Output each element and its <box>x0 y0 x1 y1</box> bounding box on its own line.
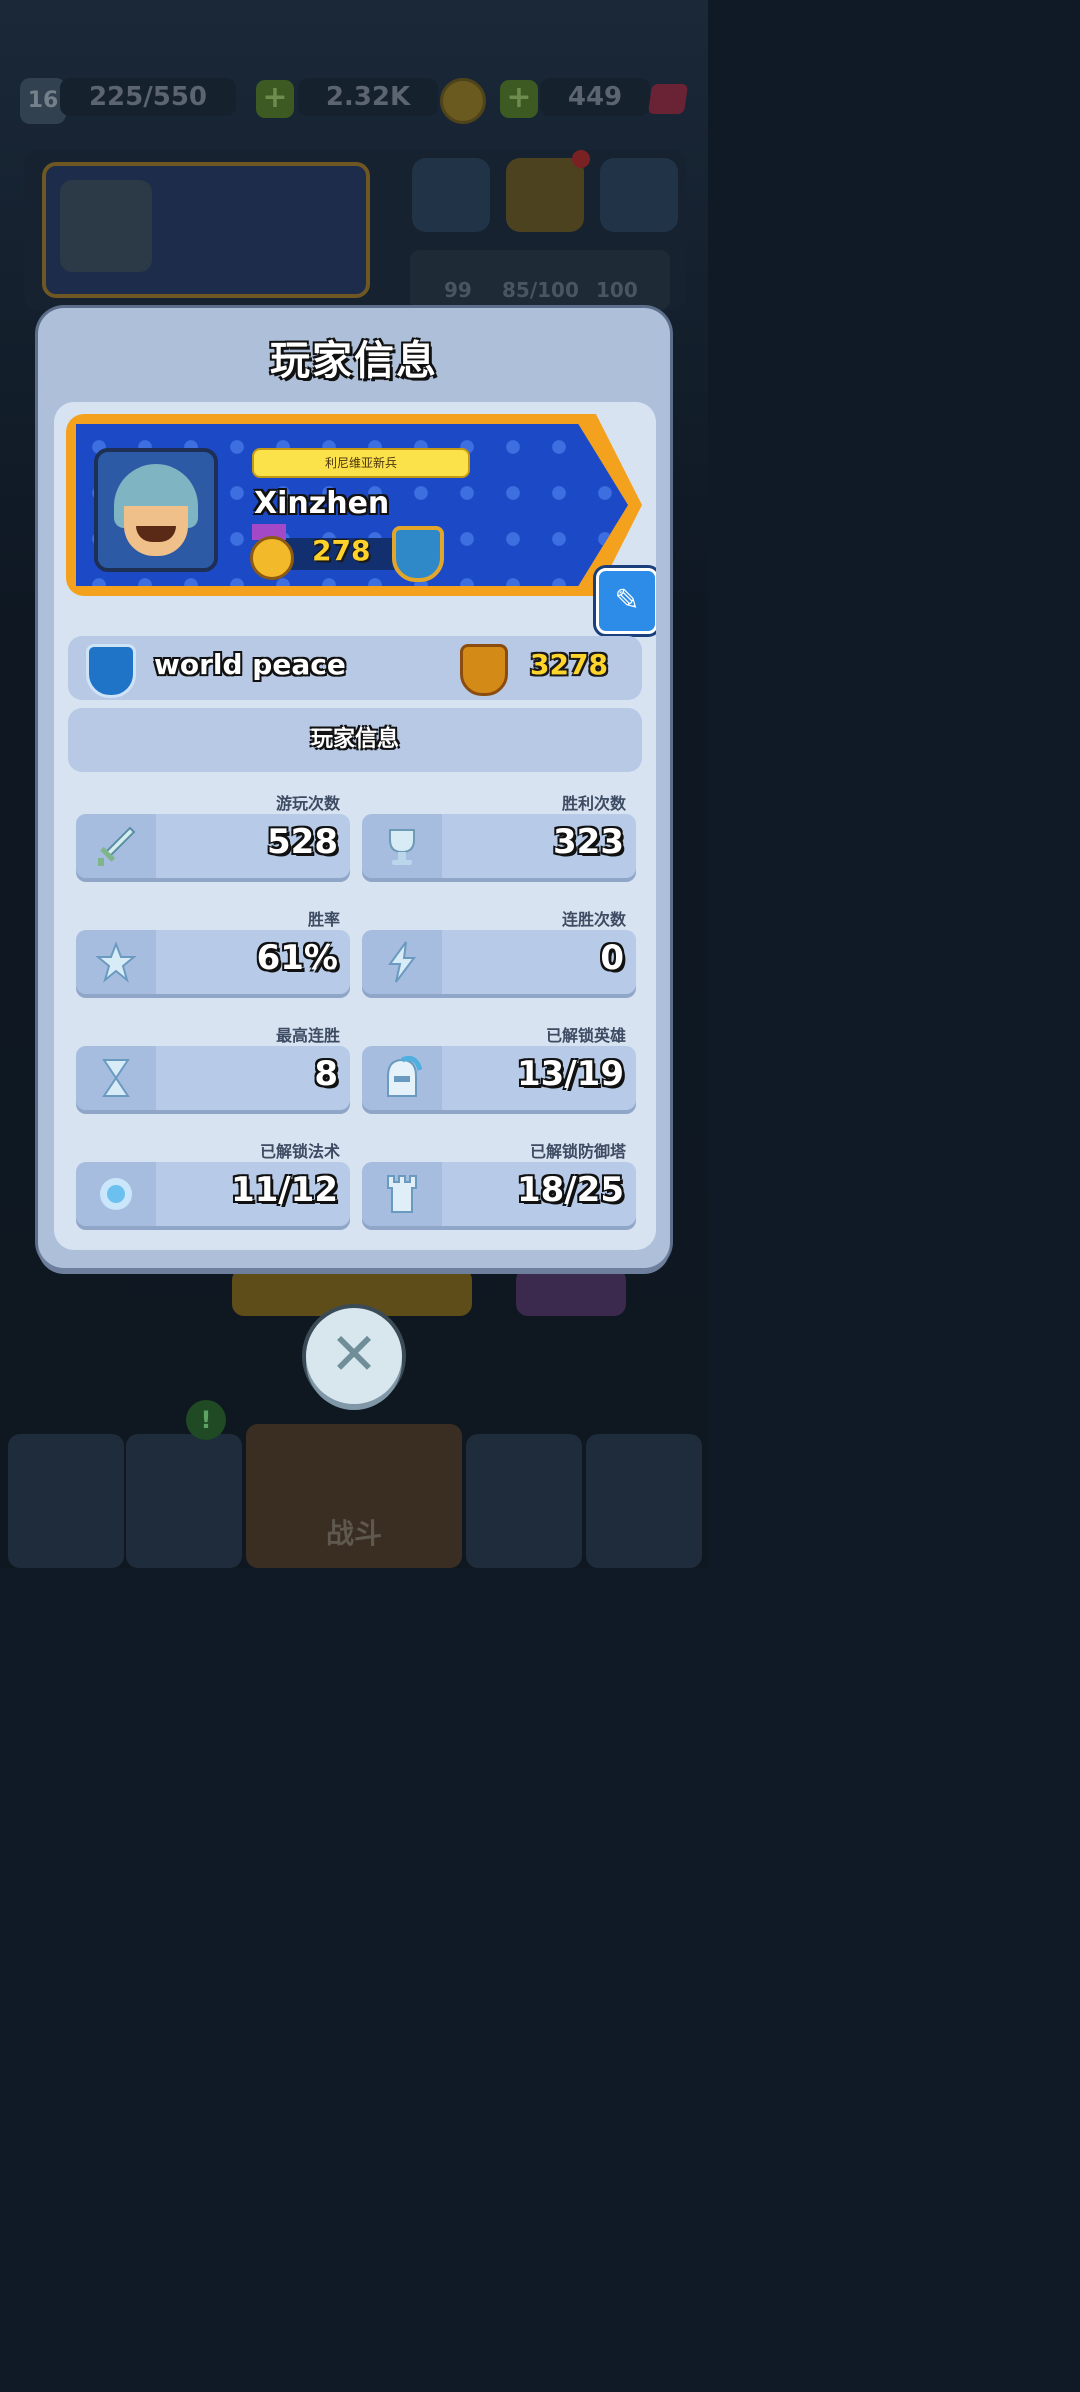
spell-orb-icon <box>100 1178 132 1210</box>
nav-cards[interactable] <box>126 1434 242 1568</box>
alert-icon: ! <box>186 1400 226 1440</box>
mail-button[interactable] <box>506 158 584 232</box>
profile-banner: 利尼维亚新兵 Xinzhen 278 ✎ <box>66 414 656 634</box>
stat-icon-cell <box>76 1162 156 1226</box>
stat-value: 61% <box>256 938 338 978</box>
hourglass-icon <box>102 1059 130 1097</box>
nav-shop-chest[interactable] <box>8 1434 124 1568</box>
stat-spells-unlocked: 已解锁法术 11/12 <box>76 1138 350 1250</box>
edit-profile-button[interactable]: ✎ <box>596 568 656 634</box>
stat-icon-cell <box>362 1162 442 1226</box>
nav-fight-label: 战斗 <box>325 1517 382 1550</box>
xp-counter: 225/550 <box>60 78 236 116</box>
top-resource-bar: 16 225/550 + 2.32K + 449 <box>0 78 708 124</box>
background-avatar <box>60 180 152 272</box>
gem-icon <box>647 84 689 114</box>
stat-towers-unlocked: 已解锁防御塔 18/25 <box>362 1138 636 1250</box>
stat-icon-cell <box>76 814 156 878</box>
stat-label: 胜利次数 <box>561 794 626 813</box>
stat-label: 最高连胜 <box>275 1026 340 1045</box>
stat-wins: 胜利次数 323 <box>362 790 636 904</box>
stat-label: 已解锁法术 <box>259 1142 340 1161</box>
bg-stat-left: 99 <box>444 278 472 302</box>
stat-value: 0 <box>600 938 624 978</box>
modal-title: 玩家信息 <box>270 338 438 384</box>
close-icon: ✕ <box>329 1320 379 1388</box>
stat-icon-cell <box>76 1046 156 1110</box>
trophy-icon <box>389 829 415 865</box>
stat-win-streak: 连胜次数 0 <box>362 906 636 1020</box>
star-icon <box>96 941 136 983</box>
stat-label: 连胜次数 <box>561 910 626 929</box>
stat-icon-cell <box>362 930 442 994</box>
stat-box: 61% <box>76 930 350 994</box>
add-gems-button[interactable]: + <box>500 80 538 118</box>
helmet-icon <box>387 1056 422 1097</box>
stat-box: 0 <box>362 930 636 994</box>
guild-row[interactable]: world peace 3278 <box>68 636 642 700</box>
rank-shield-icon <box>392 526 444 582</box>
stat-box: 13/19 <box>362 1046 636 1110</box>
stat-box: 8 <box>76 1046 350 1110</box>
guild-name: world peace <box>154 648 346 681</box>
player-info-modal: 玩家信息 利尼维亚新兵 Xinzhen 278 ✎ world peace 32… <box>38 308 670 1268</box>
medal-icon <box>250 536 294 580</box>
stat-win-rate: 胜率 61% <box>76 906 350 1020</box>
coin-icon <box>440 78 486 124</box>
stat-value: 11/12 <box>230 1170 338 1210</box>
stat-box: 11/12 <box>76 1162 350 1226</box>
stat-label: 胜率 <box>307 910 340 929</box>
gem-counter: 449 <box>540 78 650 116</box>
player-name: Xinzhen <box>254 486 390 521</box>
stat-value: 13/19 <box>516 1054 624 1094</box>
nav-social[interactable] <box>586 1434 702 1568</box>
stat-games-played: 游玩次数 528 <box>76 790 350 904</box>
background-progress-strip: 99 85/100 100 <box>410 250 670 310</box>
stat-label: 已解锁防御塔 <box>529 1142 626 1161</box>
stat-label: 游玩次数 <box>275 794 340 813</box>
add-coins-button[interactable]: + <box>256 80 294 118</box>
stat-best-streak: 最高连胜 8 <box>76 1022 350 1136</box>
stat-value: 18/25 <box>516 1170 624 1210</box>
stat-value: 8 <box>314 1054 338 1094</box>
nav-rank[interactable] <box>466 1434 582 1568</box>
background-side-button <box>516 1268 626 1316</box>
section-header: 玩家信息 <box>68 708 642 772</box>
lightning-icon <box>388 941 416 983</box>
stat-label: 已解锁英雄 <box>545 1026 626 1045</box>
tower-icon <box>387 1175 417 1213</box>
modal-panel: 利尼维亚新兵 Xinzhen 278 ✎ world peace 3278 玩家… <box>54 402 656 1250</box>
stat-icon-cell <box>76 930 156 994</box>
trophy-count: 3278 <box>530 648 608 681</box>
stat-heroes-unlocked: 已解锁英雄 13/19 <box>362 1022 636 1136</box>
stat-icon-cell <box>362 1046 442 1110</box>
player-level: 278 <box>312 534 371 567</box>
player-title-plate: 利尼维亚新兵 <box>252 448 470 478</box>
stat-value: 528 <box>267 822 338 862</box>
stat-icon-cell <box>362 814 442 878</box>
notification-dot <box>572 150 590 168</box>
badge-button[interactable] <box>412 158 490 232</box>
crown-trophy-icon <box>460 644 508 696</box>
close-button[interactable]: ✕ <box>306 1308 402 1404</box>
bg-progress: 85/100 <box>502 278 579 302</box>
stat-box: 18/25 <box>362 1162 636 1226</box>
bg-stat-right: 100 <box>596 278 638 302</box>
stat-box: 528 <box>76 814 350 878</box>
coin-counter: 2.32K <box>298 78 438 116</box>
menu-button[interactable] <box>600 158 678 232</box>
guild-shield-icon <box>86 644 136 698</box>
sword-icon <box>98 826 136 866</box>
stat-value: 323 <box>553 822 624 862</box>
stat-box: 323 <box>362 814 636 878</box>
pencil-icon: ✎ <box>614 583 640 618</box>
player-avatar <box>94 448 218 572</box>
